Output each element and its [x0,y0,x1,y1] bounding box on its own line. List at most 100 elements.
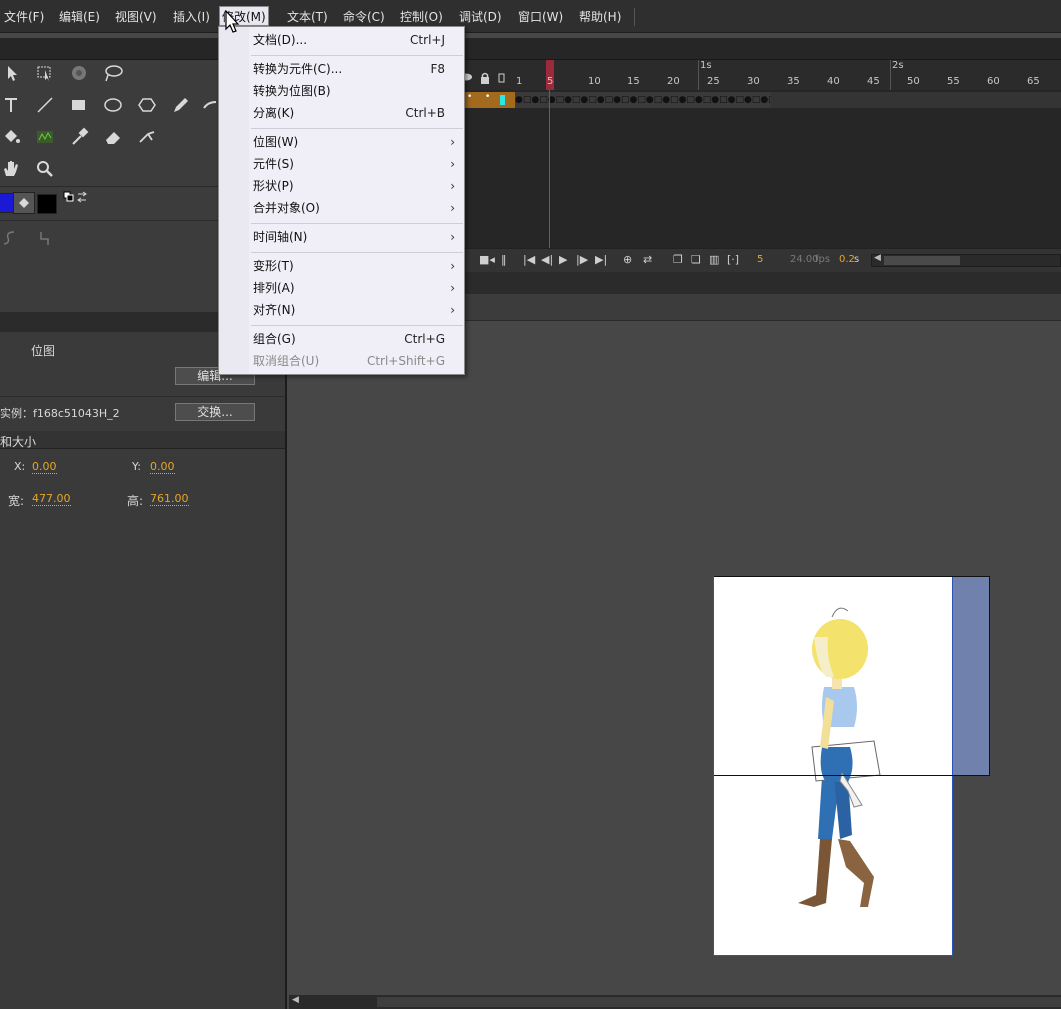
menu-separator [251,252,463,253]
height-label: 高: [127,494,144,508]
scroll-left-icon[interactable]: ◀ [874,253,881,263]
menu-item-timeline[interactable]: 时间轴(N) › [253,226,463,248]
zoom-tool-icon[interactable] [34,158,56,180]
menu-item-label: 转换为元件(C)... [253,62,343,76]
menu-separator [251,55,463,56]
menu-item-bitmap[interactable]: 位图(W) › [253,131,463,153]
timeline-ruler[interactable]: 1s 2s 1 5 10 15 20 25 30 35 40 45 50 55 … [460,60,1061,90]
center-frame-icon[interactable]: ⊕ [623,253,632,266]
menu-file[interactable]: 文件(F) [2,7,46,27]
swap-button[interactable]: 交换... [175,403,255,421]
panel-header-strip [0,38,1061,60]
fill-color-swatch[interactable] [37,194,57,214]
subselection-tool-icon[interactable] [34,62,56,84]
menu-text[interactable]: 文本(T) [285,7,330,27]
polystar-tool-icon[interactable] [136,94,158,116]
menu-item-convert-to-symbol[interactable]: 转换为元件(C)... F8 [253,58,463,80]
menu-item-symbol[interactable]: 元件(S) › [253,153,463,175]
menu-help[interactable]: 帮助(H) [577,7,623,27]
lasso-tool-icon[interactable] [102,62,124,84]
3d-rotation-tool-icon[interactable] [68,62,90,84]
menu-separator [251,128,463,129]
bone-tool-icon[interactable] [136,126,158,148]
menu-item-shortcut: Ctrl+Shift+G [366,354,445,368]
menu-item-document[interactable]: 文档(D)... Ctrl+J [253,29,463,51]
menu-item-combine-objects[interactable]: 合并对象(O) › [253,197,463,219]
step-back-icon[interactable]: ◀| [541,253,553,266]
menu-item-shape[interactable]: 形状(P) › [253,175,463,197]
timeline-scrollbar[interactable]: ◀ [871,253,1061,267]
menu-item-arrange[interactable]: 排列(A) › [253,277,463,299]
step-forward-icon[interactable]: |▶ [576,253,588,266]
swap-colors-icon[interactable] [62,190,87,212]
go-to-first-frame-icon[interactable]: |◀ [523,253,535,266]
menu-item-convert-to-bitmap[interactable]: 转换为位图(B) [253,80,463,102]
timeline-panel: 1s 2s 1 5 10 15 20 25 30 35 40 45 50 55 … [460,60,1061,272]
elapsed-time-value[interactable]: 0.2 [839,254,855,265]
layer-visibility-dot[interactable]: • [467,92,472,102]
edit-multiple-frames-icon[interactable]: ▥ [709,253,719,266]
bitmap-instance[interactable] [713,576,953,956]
menu-item-ungroup[interactable]: 取消组合(U) Ctrl+Shift+G [253,350,463,372]
pencil-tool-icon[interactable] [170,94,192,116]
onion-skin-icon[interactable]: ❐ [673,253,683,266]
tick-label: 10 [588,76,601,87]
submenu-arrow-icon: › [450,179,455,193]
layer-row[interactable]: • • [465,92,515,108]
menu-item-transform[interactable]: 变形(T) › [253,255,463,277]
straighten-icon[interactable] [34,227,56,249]
menu-edit[interactable]: 编辑(E) [57,7,102,27]
line-tool-icon[interactable] [34,94,56,116]
menu-view[interactable]: 视图(V) [113,7,159,27]
eyedropper-tool-icon[interactable] [68,126,90,148]
menu-item-group[interactable]: 组合(G) Ctrl+G [253,328,463,350]
menu-item-label: 对齐(N) [253,303,296,317]
go-to-last-frame-icon[interactable]: ▶| [595,253,607,266]
tick-label: 20 [667,76,680,87]
onion-outline-icon[interactable]: ❏ [691,253,701,266]
timeline-scroll-thumb[interactable] [884,256,960,265]
text-tool-icon[interactable] [0,94,22,116]
layer-lock-dot[interactable]: • [485,92,490,102]
empty-frames-row[interactable] [771,92,1061,108]
onion-markers-icon[interactable]: [·] [727,253,739,266]
menu-debug[interactable]: 调试(D) [457,7,504,27]
menu-item-align[interactable]: 对齐(N) › [253,299,463,321]
lock-icon[interactable] [478,69,492,84]
menu-control[interactable]: 控制(O) [398,7,445,27]
menu-insert[interactable]: 插入(I) [171,7,212,27]
paint-bucket-tool-icon[interactable] [0,126,22,148]
oval-tool-icon[interactable] [102,94,124,116]
menu-window[interactable]: 窗口(W) [516,7,565,27]
layer-depth-icon[interactable]: ‖ [501,253,507,266]
loop-icon[interactable]: ⇄ [643,253,652,266]
tools-separator-2 [0,220,220,221]
scroll-left-arrow-icon[interactable]: ◀ [292,995,299,1005]
second-marker-1s: 1s [700,60,712,71]
x-value[interactable]: 0.00 [32,460,57,474]
deco-tool-icon[interactable] [34,126,56,148]
stage-horizontal-scrollbar[interactable]: ◀ [289,995,1061,1009]
menu-item-label: 时间轴(N) [253,230,308,244]
height-value[interactable]: 761.00 [150,492,189,506]
play-icon[interactable]: ▶ [559,253,567,266]
menu-item-break-apart[interactable]: 分离(K) Ctrl+B [253,102,463,124]
width-value[interactable]: 477.00 [32,492,71,506]
stroke-color-swatch[interactable] [0,193,14,213]
position-size-section[interactable]: 和大小 [0,431,285,449]
hand-tool-icon[interactable] [0,158,22,180]
outline-icon[interactable] [497,69,507,83]
current-frame-value[interactable]: 5 [757,254,763,265]
menubar: 文件(F) 编辑(E) 视图(V) 插入(I) 修改(M) 文本(T) 命令(C… [0,0,1061,33]
menu-item-shortcut: Ctrl+B [405,106,445,120]
eraser-tool-icon[interactable] [102,126,124,148]
snap-icon[interactable] [0,227,22,249]
rectangle-tool-icon[interactable] [68,94,90,116]
selection-tool-icon[interactable] [0,62,22,84]
y-value[interactable]: 0.00 [150,460,175,474]
stage-scroll-thumb[interactable] [377,997,1061,1007]
camera-icon[interactable]: ■◂ [479,253,495,266]
menu-commands[interactable]: 命令(C) [341,7,387,27]
instance-name-label: 实例：f168c51043H_2 [0,407,120,420]
keyframes-row[interactable]: ●□●□●□●□●□●□●□●□●□●□●□●□●□●□●□●□●□●□●□●□… [515,92,771,108]
